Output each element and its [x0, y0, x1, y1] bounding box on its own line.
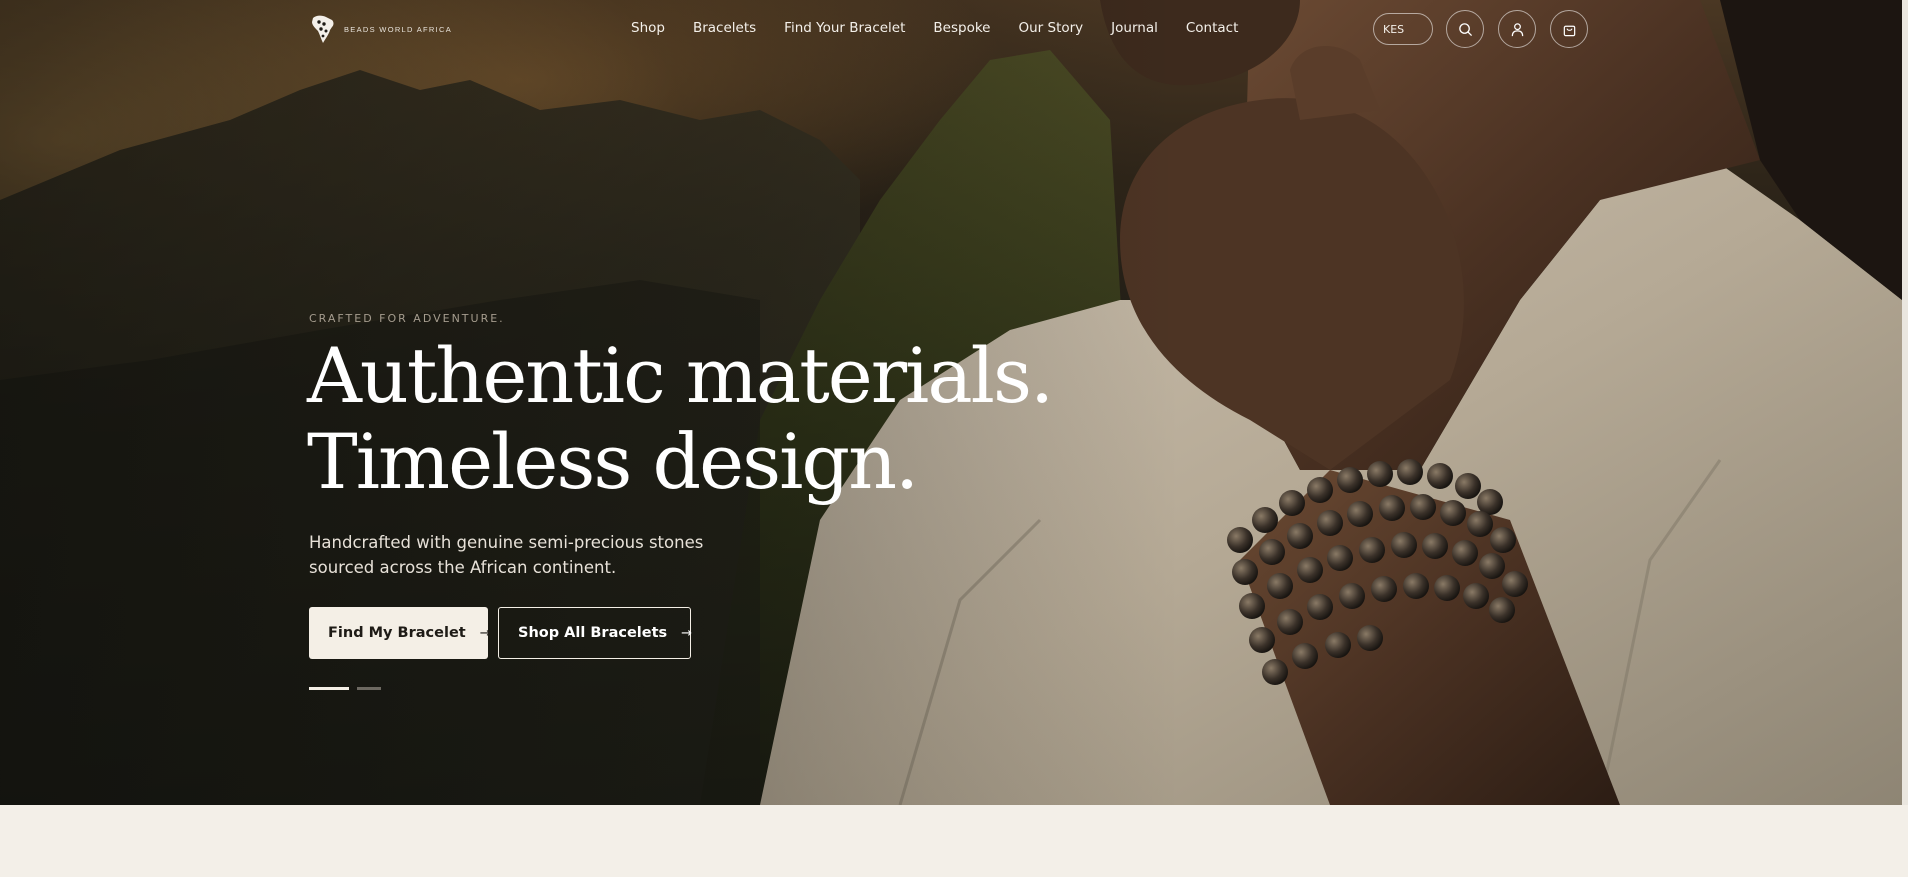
hero-headline-line-1: Authentic materials. [307, 331, 1054, 420]
nav-item-shop[interactable]: Shop [631, 20, 665, 36]
hero-eyebrow: CRAFTED FOR ADVENTURE. [309, 312, 505, 325]
arrow-right-icon: → [681, 625, 693, 641]
slide-dot-1[interactable] [309, 687, 349, 690]
hero-section: BEADS WORLD AFRICA Shop Bracelets Find Y… [0, 0, 1902, 805]
find-my-bracelet-button[interactable]: Find My Bracelet → [309, 607, 491, 659]
main-nav: Shop Bracelets Find Your Bracelet Bespok… [631, 20, 1266, 36]
nav-item-contact[interactable]: Contact [1186, 20, 1239, 36]
hero-subtext: Handcrafted with genuine semi-precious s… [309, 533, 704, 577]
nav-item-bracelets[interactable]: Bracelets [693, 20, 756, 36]
hero-headline: Authentic materials. Timeless design. [307, 331, 1054, 506]
currency-selector[interactable]: KES [1373, 13, 1433, 45]
shop-all-bracelets-button[interactable]: Shop All Bracelets → [498, 607, 693, 659]
arrow-right-icon: → [479, 625, 491, 641]
africa-bead-logo-icon [312, 15, 334, 43]
cart-icon [1563, 25, 1575, 36]
brand-name: BEADS WORLD AFRICA [344, 24, 452, 34]
hero-headline-line-2: Timeless design. [307, 417, 919, 506]
nav-item-bespoke[interactable]: Bespoke [933, 20, 990, 36]
cart-button[interactable] [1550, 10, 1588, 48]
search-icon [1458, 22, 1472, 36]
account-button[interactable] [1498, 10, 1536, 48]
nav-item-our-story[interactable]: Our Story [1018, 20, 1083, 36]
nav-item-find-your-bracelet[interactable]: Find Your Bracelet [784, 20, 905, 36]
brand-logo[interactable]: BEADS WORLD AFRICA [310, 14, 452, 44]
page-edge [1902, 0, 1908, 805]
nav-item-journal[interactable]: Journal [1111, 20, 1158, 36]
slide-indicator [309, 687, 381, 690]
find-my-bracelet-label: Find My Bracelet [328, 625, 466, 641]
user-icon [1511, 22, 1523, 36]
slide-dot-2[interactable] [357, 687, 381, 690]
shop-all-bracelets-label: Shop All Bracelets [518, 625, 668, 641]
search-button[interactable] [1446, 10, 1484, 48]
